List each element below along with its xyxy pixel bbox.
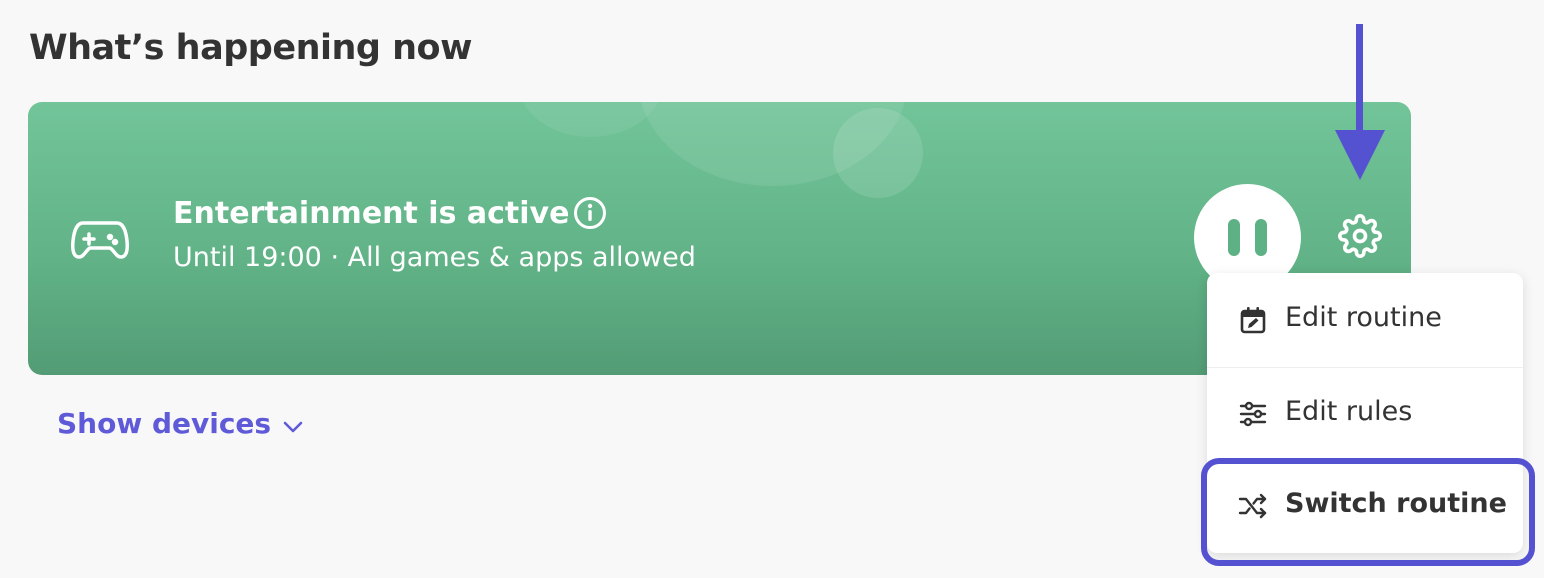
sliders-icon xyxy=(1239,401,1267,427)
annotation-arrow xyxy=(1356,24,1363,134)
menu-item-edit-routine[interactable]: Edit routine xyxy=(1207,273,1523,368)
routine-subtitle: Until 19:00 · All games & apps allowed xyxy=(173,242,696,273)
decorative-bubble xyxy=(518,102,663,137)
menu-item-edit-rules[interactable]: Edit rules xyxy=(1207,367,1523,461)
menu-item-label: Edit routine xyxy=(1285,302,1442,333)
shuffle-icon xyxy=(1238,493,1267,519)
calendar-edit-icon xyxy=(1240,307,1266,334)
routine-options-menu: Edit routine Edit rules Switch routine xyxy=(1207,273,1523,553)
info-icon[interactable] xyxy=(573,196,607,230)
gear-icon[interactable] xyxy=(1338,214,1382,258)
pause-icon xyxy=(1228,219,1240,256)
show-devices-toggle[interactable]: Show devices xyxy=(57,407,271,440)
menu-item-switch-routine[interactable]: Switch routine xyxy=(1207,461,1523,555)
chevron-down-icon[interactable] xyxy=(281,418,305,436)
routine-title: Entertainment is active xyxy=(173,196,570,231)
decorative-bubble xyxy=(833,108,923,198)
annotation-arrow-head xyxy=(1335,130,1385,180)
section-title: What’s happening now xyxy=(29,28,472,68)
pause-icon xyxy=(1255,219,1267,256)
menu-item-label: Switch routine xyxy=(1285,488,1507,519)
gamepad-icon xyxy=(71,221,129,259)
menu-item-label: Edit rules xyxy=(1285,396,1413,427)
routine-card: Entertainment is active Until 19:00 · Al… xyxy=(28,102,1411,375)
